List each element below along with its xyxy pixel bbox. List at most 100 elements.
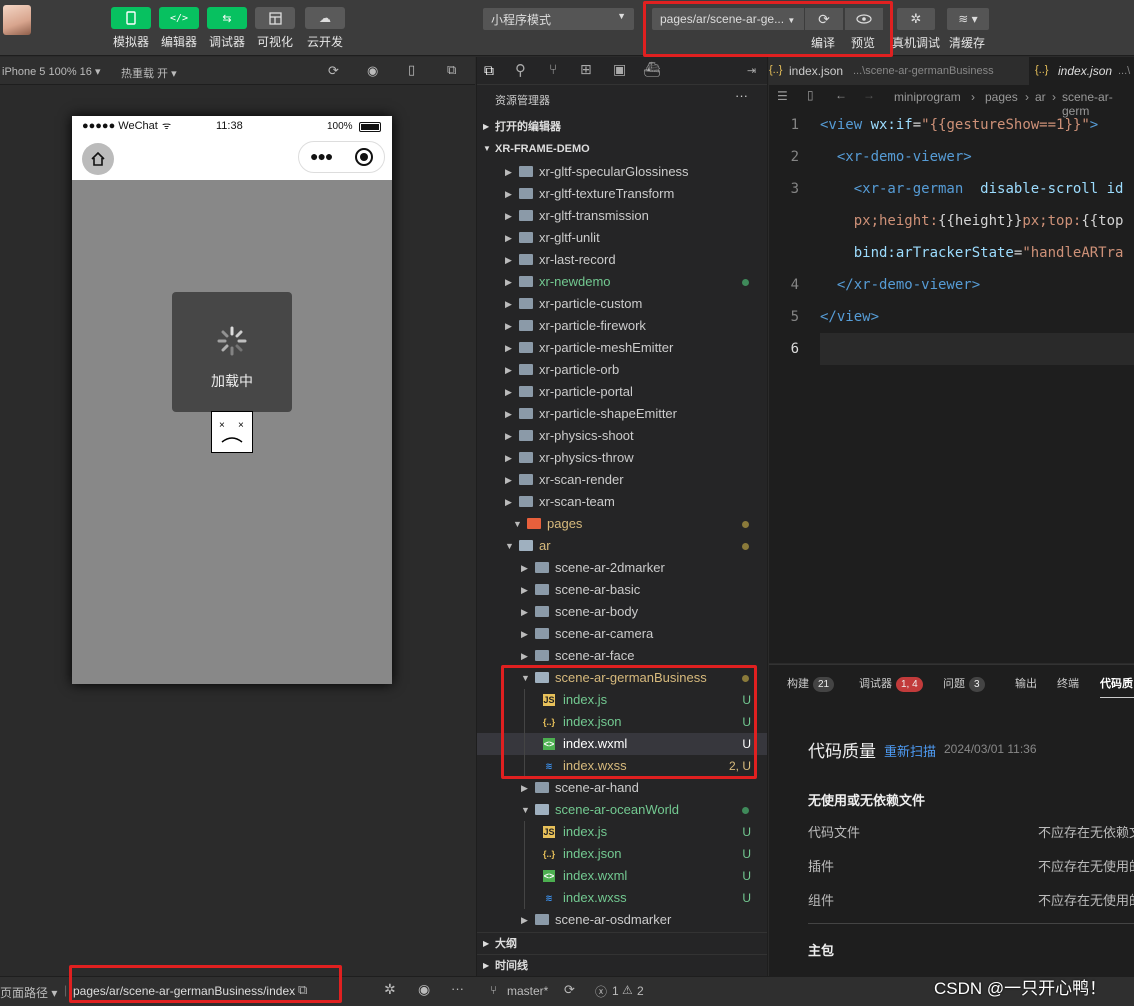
extensions-icon[interactable]: ⊞ [580,61,592,78]
breadcrumb-item[interactable]: ar [1035,90,1046,104]
editor-toggle-button[interactable]: </> [159,7,199,29]
tree-folder[interactable]: ▶ xr-particle-portal [477,381,767,403]
code-line[interactable]: 5 </view> [769,301,1134,333]
timeline-section[interactable]: ▶ 时间线 [477,954,767,976]
code-line[interactable]: 6 [791,333,1134,365]
tree-folder[interactable]: ▶ xr-gltf-textureTransform [477,183,767,205]
chevron-right-icon: ▶ [521,563,528,573]
rescan-link[interactable]: 重新扫描 [884,741,936,760]
tab-index-json-2[interactable]: {..} index.json ...\ [1029,57,1134,85]
tree-folder[interactable]: ▶ xr-particle-firework [477,315,767,337]
project-section[interactable]: ▼ XR-FRAME-DEMO [477,138,767,160]
home-button[interactable] [82,143,114,175]
chevron-right-icon: › [1052,90,1056,104]
debugger-toggle-button[interactable]: ⇆ [207,7,247,29]
tree-folder[interactable]: ▶ xr-physics-throw [477,447,767,469]
warning-count[interactable]: 2 [637,984,644,998]
save-icon[interactable]: ▣ [613,61,626,78]
tree-folder[interactable]: ▶ xr-gltf-unlit [477,227,767,249]
git-branch-name[interactable]: master* [507,984,548,998]
tree-folder[interactable]: ▶ scene-ar-body [477,601,767,623]
docker-icon[interactable]: ⛴ [643,61,661,78]
tree-folder[interactable]: ▶ xr-last-record [477,249,767,271]
tree-folder[interactable]: ▶ scene-ar-face [477,645,767,667]
panel-tab[interactable]: 问题 3 [943,675,985,692]
tree-folder[interactable]: ▶ scene-ar-camera [477,623,767,645]
visualize-toggle-button[interactable] [255,7,295,29]
real-device-debug-button[interactable]: ✲ [897,8,935,30]
tree-folder[interactable]: ▶ xr-scan-render [477,469,767,491]
tree-file[interactable]: {..} index.json U [477,843,767,865]
outline-section[interactable]: ▶ 大纲 [477,932,767,954]
copy-icon[interactable]: ⧉ [298,982,307,998]
git-branch-icon[interactable]: ⑂ [549,61,557,77]
close-miniprogram-icon[interactable] [355,148,373,166]
tree-folder[interactable]: ▶ xr-particle-shapeEmitter [477,403,767,425]
panel-tab[interactable]: 构建 21 [787,675,835,692]
simulator-toggle-button[interactable] [111,7,151,29]
tree-folder[interactable]: ▶ scene-ar-2dmarker [477,557,767,579]
files-icon[interactable]: ⧉ [484,62,494,79]
more-icon[interactable]: ··· [451,981,464,996]
preview-button[interactable] [845,8,883,30]
tree-folder[interactable]: ▶ scene-ar-hand [477,777,767,799]
more-dots-icon[interactable]: ●●● [310,148,333,164]
list-icon[interactable]: ☰ [777,89,788,103]
tree-folder[interactable]: ▶ scene-ar-osdmarker [477,909,767,931]
tree-file[interactable]: <> index.wxml U [477,865,767,887]
hot-reload-toggle[interactable]: 热重载 开 ▾ [121,65,177,81]
tree-folder[interactable]: ▶ xr-particle-meshEmitter [477,337,767,359]
cloud-dev-button[interactable]: ☁ [305,7,345,29]
more-actions-icon[interactable]: ··· [735,88,748,103]
breadcrumb-item[interactable]: miniprogram [894,90,961,104]
bookmark-icon[interactable]: ▯ [807,88,814,102]
code-line[interactable]: 1 <view wx:if="{{gestureShow==1}}"> [769,109,1134,141]
tree-item-label: xr-particle-shapeEmitter [539,406,677,421]
tree-folder[interactable]: ▶ xr-particle-orb [477,359,767,381]
tree-folder[interactable]: ▶ xr-gltf-specularGlossiness [477,161,767,183]
tree-folder[interactable]: ▶ scene-ar-basic [477,579,767,601]
caret-down-icon: ▼ [617,11,626,21]
code-line[interactable]: 3 <xr-ar-german disable-scroll id [769,173,1134,205]
tree-folder[interactable]: ▶ xr-particle-custom [477,293,767,315]
phone-icon[interactable]: ▯ [408,62,415,78]
back-arrow-icon[interactable]: ← [835,88,847,102]
tree-folder[interactable]: ▶ xr-newdemo [477,271,767,293]
code-line[interactable]: 4 </xr-demo-viewer> [769,269,1134,301]
panel-tab[interactable]: 调试器 1, 4 [859,675,923,692]
mode-select[interactable]: 小程序模式 ▼ [483,8,634,30]
refresh-icon[interactable]: ⟳ [328,63,339,79]
stop-icon[interactable]: ◉ [367,63,378,79]
compile-button[interactable]: ⟳ [805,8,843,30]
code-line[interactable]: px;height:{{height}}px;top:{{top [769,205,1134,237]
search-icon[interactable]: ⚲ [515,61,526,79]
device-select[interactable]: iPhone 5 100% 16 ▾ [2,65,100,78]
forward-arrow-icon[interactable]: → [863,88,875,102]
tree-folder[interactable]: ▶ xr-scan-team [477,491,767,513]
error-count[interactable]: 1 [612,984,619,998]
eye-icon[interactable]: ◉ [418,981,430,998]
tree-folder[interactable]: ▶ xr-gltf-transmission [477,205,767,227]
user-avatar[interactable] [3,5,31,35]
panel-tab[interactable]: 输出 [1015,675,1037,691]
tree-folder[interactable]: ▼ scene-ar-oceanWorld [477,799,767,821]
panel-tab[interactable]: 代码质 [1100,675,1133,691]
split-editor-icon[interactable]: ⇥ [747,64,756,77]
sync-icon[interactable]: ⟳ [564,982,575,998]
breadcrumb-item[interactable]: pages [985,90,1018,104]
tab-index-json-1[interactable]: {..} index.json ...\scene-ar-germanBusin… [769,57,1027,85]
tree-folder[interactable]: ▼ ar [477,535,767,557]
tree-folder[interactable]: ▶ xr-physics-shoot [477,425,767,447]
tree-folder[interactable]: ▼ pages [477,513,767,535]
open-editors-section[interactable]: ▶ 打开的编辑器 [477,116,767,138]
page-path-label[interactable]: 页面路径 ▾ [0,984,57,1001]
page-path-select[interactable]: pages/ar/scene-ar-ge... ▼ [652,8,804,30]
tree-file[interactable]: JS index.js U [477,821,767,843]
code-line[interactable]: 2 <xr-demo-viewer> [769,141,1134,173]
panel-tab[interactable]: 终端 [1057,675,1079,691]
tree-file[interactable]: ≋ index.wxss U [477,887,767,909]
code-line[interactable]: bind:arTrackerState="handleARTra [769,237,1134,269]
bug-icon[interactable]: ✲ [384,981,396,998]
clear-cache-button[interactable]: ≋ ▾ [947,8,989,30]
detach-window-icon[interactable]: ⧉ [447,62,456,78]
